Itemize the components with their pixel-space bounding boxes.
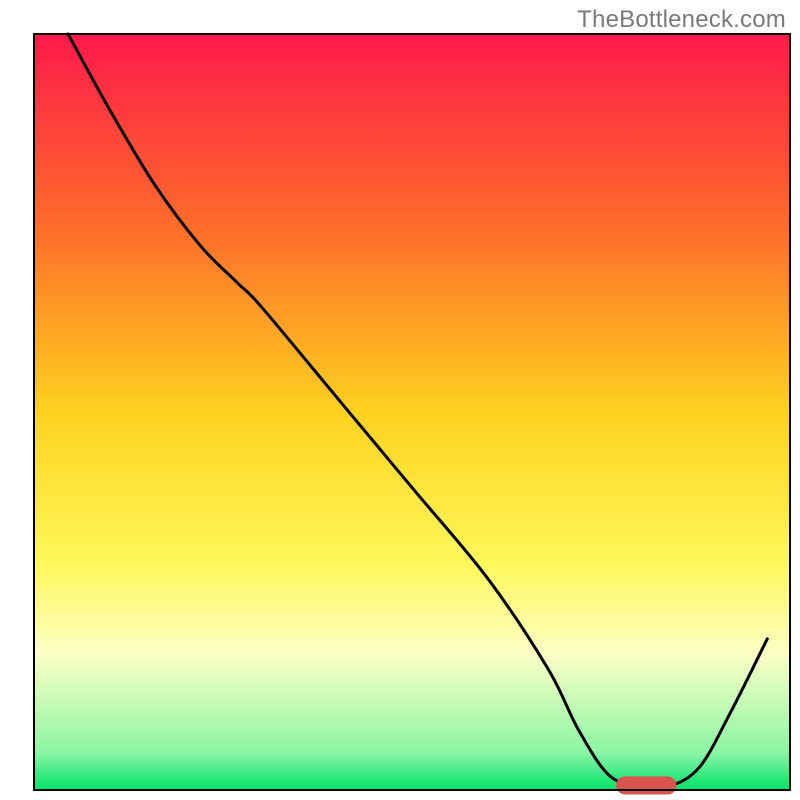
bottleneck-chart — [0, 0, 800, 800]
gradient-background — [34, 34, 790, 790]
chart-container: TheBottleneck.com — [0, 0, 800, 800]
target-marker — [616, 776, 676, 794]
